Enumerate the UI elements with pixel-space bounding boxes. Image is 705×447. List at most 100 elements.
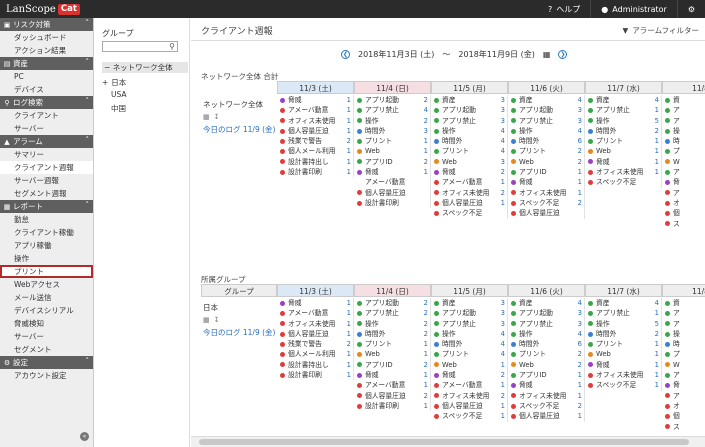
alarm-count[interactable]: 1 — [420, 146, 428, 156]
alarm-count[interactable]: 2 — [420, 308, 428, 318]
alarm-entry[interactable]: オ — [662, 198, 705, 208]
alarm-count[interactable]: 1 — [651, 339, 659, 349]
alarm-entry[interactable]: 個人容量圧迫 2 — [354, 391, 430, 401]
alarm-entry[interactable]: 時間外 2 — [585, 329, 661, 339]
alarm-count[interactable]: 2 — [497, 370, 505, 380]
sidebar-item[interactable]: サーバー — [0, 122, 93, 135]
sidebar-item[interactable]: アカウント設定 — [0, 369, 93, 382]
sidebar-item[interactable]: セグメント — [0, 343, 93, 356]
alarm-entry[interactable]: 脅 — [662, 177, 705, 187]
today-log-link[interactable]: 今日のログ 11/9 (金) — [203, 124, 275, 135]
alarm-count[interactable]: 1 — [343, 360, 351, 370]
alarm-count[interactable]: 2 — [420, 319, 428, 329]
today-log-link[interactable]: 今日のログ 11/9 (金) — [203, 327, 275, 338]
alarm-entry[interactable]: 時間外 2 — [354, 329, 430, 339]
alarm-entry[interactable]: 個人容量圧迫 1 — [277, 329, 353, 339]
alarm-entry[interactable]: 設計書印刷 1 — [277, 370, 353, 380]
alarm-count[interactable]: 4 — [497, 136, 505, 146]
alarm-count[interactable]: 1 — [497, 411, 505, 421]
alarm-entry[interactable]: オフィス未使用 1 — [277, 116, 353, 126]
alarm-count[interactable]: 1 — [420, 167, 428, 177]
alarm-entry[interactable]: アプリID 2 — [354, 157, 430, 167]
alarm-count[interactable]: 2 — [497, 391, 505, 401]
alarm-count[interactable]: 4 — [497, 339, 505, 349]
alarm-count[interactable]: 2 — [574, 198, 582, 208]
alarm-entry[interactable]: スペック不足 — [431, 208, 507, 218]
alarm-count[interactable]: 2 — [574, 360, 582, 370]
alarm-count[interactable]: 1 — [574, 167, 582, 177]
alarm-entry[interactable]: プリント 4 — [431, 146, 507, 156]
alarm-entry[interactable]: プリント 2 — [508, 146, 584, 156]
alarm-entry[interactable]: アプリ禁止 1 — [585, 105, 661, 115]
alarm-count[interactable]: 2 — [420, 157, 428, 167]
alarm-count[interactable]: 2 — [343, 339, 351, 349]
alarm-entry[interactable]: 操作 4 — [431, 126, 507, 136]
alarm-entry[interactable]: Web 1 — [354, 349, 430, 359]
sidebar-item[interactable]: デバイスシリアル — [0, 304, 93, 317]
alarm-count[interactable]: 1 — [343, 126, 351, 136]
alarm-entry[interactable]: アプリ禁止 3 — [508, 116, 584, 126]
alarm-entry[interactable]: アメーバ動意 1 — [354, 380, 430, 390]
alarm-entry[interactable]: スペック不足 2 — [508, 401, 584, 411]
alarm-entry[interactable]: ア — [662, 188, 705, 198]
chevron-up-icon[interactable]: ˄ — [86, 357, 90, 365]
alarm-count[interactable]: 4 — [574, 329, 582, 339]
alarm-count[interactable]: 2 — [420, 360, 428, 370]
alarm-count[interactable]: 3 — [574, 116, 582, 126]
alarm-entry[interactable]: プリント 1 — [354, 136, 430, 146]
alarm-entry[interactable]: 設計書持出し 1 — [277, 360, 353, 370]
alarm-entry[interactable]: 時間外 6 — [508, 339, 584, 349]
alarm-entry[interactable]: 資産 3 — [431, 95, 507, 105]
alarm-count[interactable]: 1 — [651, 349, 659, 359]
alarm-entry[interactable]: 設計書印刷 1 — [354, 401, 430, 411]
alarm-entry[interactable]: プリント 1 — [585, 339, 661, 349]
alarm-count[interactable]: 1 — [574, 188, 582, 198]
alarm-count[interactable]: 3 — [497, 157, 505, 167]
alarm-count[interactable]: 3 — [497, 95, 505, 105]
alarm-entry[interactable]: プ — [662, 349, 705, 359]
alarm-count[interactable]: 4 — [651, 95, 659, 105]
alarm-entry[interactable]: Web 2 — [508, 157, 584, 167]
alarm-entry[interactable]: ア — [662, 391, 705, 401]
alarm-entry[interactable]: 操作 2 — [354, 116, 430, 126]
sidebar-section-4[interactable]: ▦ レポート ˄ — [0, 200, 93, 213]
alarm-entry[interactable]: ア — [662, 116, 705, 126]
user-menu[interactable]: ● Administrator — [590, 0, 677, 18]
sidebar-item[interactable]: 操作 — [0, 252, 93, 265]
alarm-count[interactable]: 4 — [574, 95, 582, 105]
alarm-entry[interactable]: アメーバ動意 1 — [277, 308, 353, 318]
alarm-entry[interactable]: 操作 2 — [354, 319, 430, 329]
alarm-count[interactable]: 3 — [574, 319, 582, 329]
calendar-icon[interactable]: ▦ — [203, 316, 210, 324]
sidebar-section-0[interactable]: ▣ リスク対策 ˄ — [0, 18, 93, 31]
alarm-count[interactable]: 4 — [574, 298, 582, 308]
alarm-count[interactable]: 4 — [497, 329, 505, 339]
help-link[interactable]: ? ヘルプ — [538, 0, 590, 18]
tree-item-japan[interactable]: + 日本 — [102, 77, 126, 88]
alarm-entry[interactable]: W — [662, 157, 705, 167]
alarm-count[interactable]: 1 — [497, 177, 505, 187]
alarm-entry[interactable]: プリント 1 — [354, 339, 430, 349]
alarm-entry[interactable]: 時間外 4 — [431, 339, 507, 349]
alarm-entry[interactable]: プリント 2 — [508, 349, 584, 359]
alarm-entry[interactable]: アプリID 1 — [508, 167, 584, 177]
calendar-icon[interactable]: ▦ — [543, 50, 551, 59]
alarm-count[interactable]: 1 — [343, 349, 351, 359]
search-icon[interactable]: ⚲ — [169, 42, 175, 52]
alarm-filter-button[interactable]: ▼ アラームフィルター — [623, 25, 699, 36]
alarm-entry[interactable]: 脅威 1 — [585, 360, 661, 370]
alarm-count[interactable]: 1 — [651, 146, 659, 156]
chevron-up-icon[interactable]: ˄ — [86, 58, 90, 66]
alarm-entry[interactable]: アメーバ動意 — [354, 177, 430, 187]
alarm-entry[interactable]: アプリ起動 3 — [431, 105, 507, 115]
sidebar-section-3[interactable]: ▲ アラーム ˄ — [0, 135, 93, 148]
alarm-entry[interactable]: 資 — [662, 298, 705, 308]
alarm-count[interactable]: 2 — [343, 136, 351, 146]
sidebar-item[interactable]: メール送信 — [0, 291, 93, 304]
alarm-entry[interactable]: プリント 4 — [431, 349, 507, 359]
alarm-entry[interactable]: 設計書印刷 — [354, 198, 430, 208]
alarm-count[interactable]: 1 — [497, 360, 505, 370]
alarm-entry[interactable]: オフィス未使用 1 — [277, 319, 353, 329]
alarm-count[interactable]: 1 — [343, 167, 351, 177]
alarm-count[interactable]: 4 — [497, 349, 505, 359]
